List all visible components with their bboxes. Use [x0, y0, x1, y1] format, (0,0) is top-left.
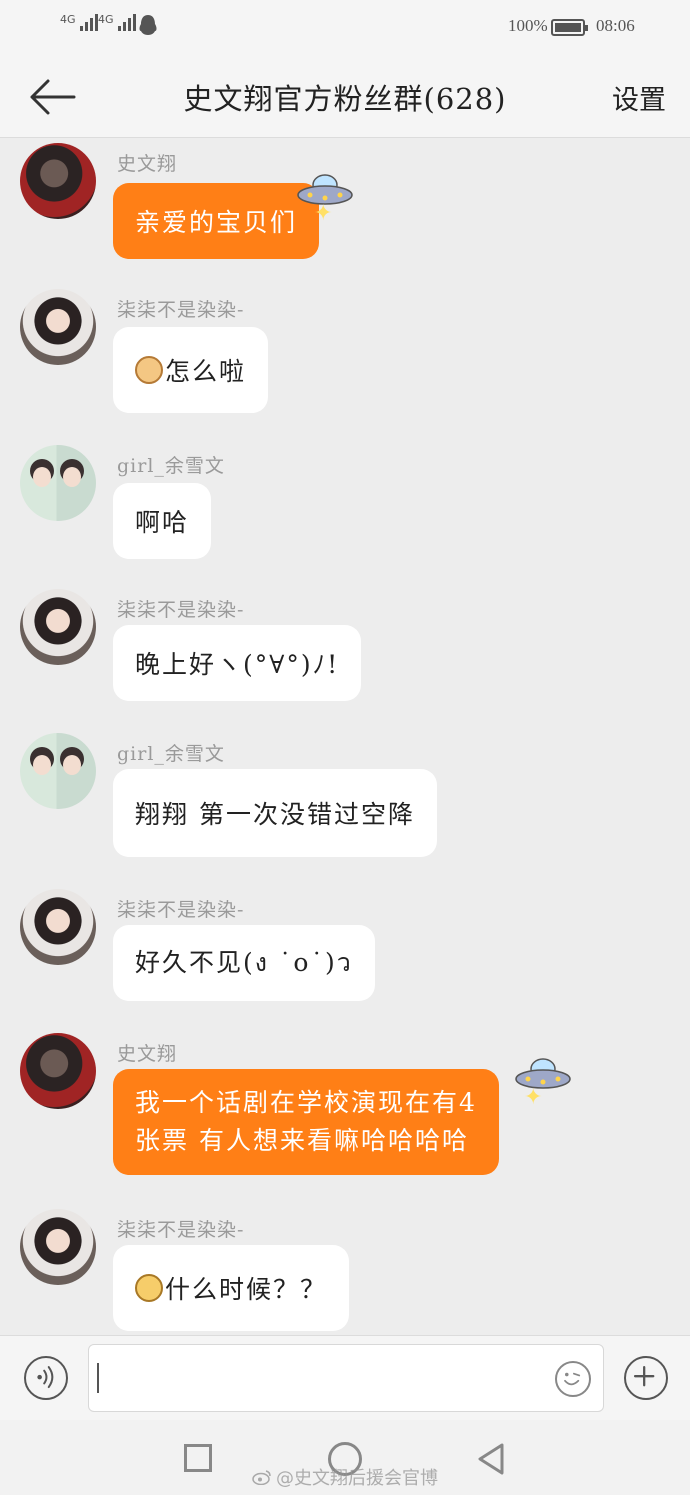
message-bubble[interactable]: 亲爱的宝贝们: [113, 183, 320, 259]
sender-name: girl_余雪文: [117, 743, 225, 765]
message-text: 晚上好ヽ(°∀°)ﾉ!: [135, 650, 340, 679]
avatar[interactable]: [20, 445, 96, 521]
message-bubble[interactable]: 我一个话剧在学校演现在有4 张票 有人想来看嘛哈哈哈哈: [113, 1069, 499, 1175]
sender-name: girl_余雪文: [117, 455, 225, 477]
signal-icon-2: 4G: [98, 14, 136, 31]
avatar[interactable]: [20, 143, 96, 219]
text-caret: [97, 1363, 99, 1393]
avatar[interactable]: [20, 733, 96, 809]
message-text-line-2: 张票 有人想来看嘛哈哈哈哈: [135, 1126, 469, 1155]
chat-header: 史文翔官方粉丝群(628) 设置: [0, 56, 690, 138]
voice-icon[interactable]: [24, 1356, 68, 1400]
avatar[interactable]: [20, 289, 96, 365]
battery-percentage: 100%: [508, 16, 548, 35]
dog-face-emoji-icon: [135, 1274, 163, 1302]
message-text: 怎么啦: [165, 357, 247, 386]
message-input[interactable]: [88, 1344, 604, 1412]
status-bar: 4G 4G 100% 08:06: [0, 0, 690, 56]
settings-button[interactable]: 设置: [612, 78, 666, 117]
sender-name: 柒柒不是染染-: [117, 899, 245, 921]
system-nav-bar: @史文翔后援会官博: [0, 1420, 690, 1495]
message-text: 好久不见(ง ˙o˙)ว: [135, 948, 353, 977]
clock: 08:06: [596, 16, 635, 35]
sender-name: 柒柒不是染染-: [117, 299, 245, 321]
plus-icon[interactable]: [624, 1356, 668, 1400]
message-bubble[interactable]: 好久不见(ง ˙o˙)ว: [113, 925, 375, 1001]
message-text: 啊哈: [135, 508, 190, 537]
message-bubble[interactable]: 什么时候？？: [113, 1245, 350, 1331]
sender-name: 柒柒不是染染-: [117, 599, 245, 621]
sender-name: 史文翔: [117, 1043, 178, 1065]
watermark-text: @史文翔后援会官博: [276, 1468, 438, 1489]
signal-icon: 4G: [60, 14, 98, 31]
message-bubble[interactable]: 晚上好ヽ(°∀°)ﾉ!: [113, 625, 362, 701]
message-text: 亲爱的宝贝们: [135, 208, 298, 237]
input-bar: [0, 1335, 690, 1420]
message-bubble[interactable]: 啊哈: [113, 483, 212, 559]
message-bubble[interactable]: 翔翔 第一次没错过空降: [113, 769, 437, 857]
weibo-logo-icon: [252, 1470, 271, 1485]
sender-name: 史文翔: [117, 153, 178, 175]
group-title: 史文翔官方粉丝群(628): [183, 82, 507, 116]
sender-name: 柒柒不是染染-: [117, 1219, 245, 1241]
battery-icon: [551, 19, 588, 36]
avatar[interactable]: [20, 1033, 96, 1109]
message-bubble[interactable]: 怎么啦: [113, 327, 269, 413]
avatar[interactable]: [20, 889, 96, 965]
nav-back-icon[interactable]: [476, 1442, 506, 1476]
recents-button[interactable]: [184, 1444, 212, 1472]
cat-face-emoji-icon: [135, 356, 163, 384]
smiley-icon[interactable]: [555, 1361, 591, 1397]
avatar[interactable]: [20, 589, 96, 665]
watermark: @史文翔后援会官博: [252, 1464, 438, 1490]
message-text: 什么时候？？: [165, 1275, 328, 1304]
qq-penguin-icon: [139, 15, 157, 35]
sparkle-icon: ✦: [524, 1085, 543, 1110]
avatar[interactable]: [20, 1209, 96, 1285]
message-text: 翔翔 第一次没错过空降: [135, 800, 415, 829]
sparkle-icon: ✦: [314, 201, 333, 226]
message-list[interactable]: 史文翔 亲爱的宝贝们 ✦ 柒柒不是染染- 怎么啦 girl_余雪文 啊哈 柒柒不…: [0, 139, 690, 1335]
message-text-line-1: 我一个话剧在学校演现在有4: [135, 1088, 477, 1117]
ufo-sticker-icon: [515, 1058, 571, 1089]
